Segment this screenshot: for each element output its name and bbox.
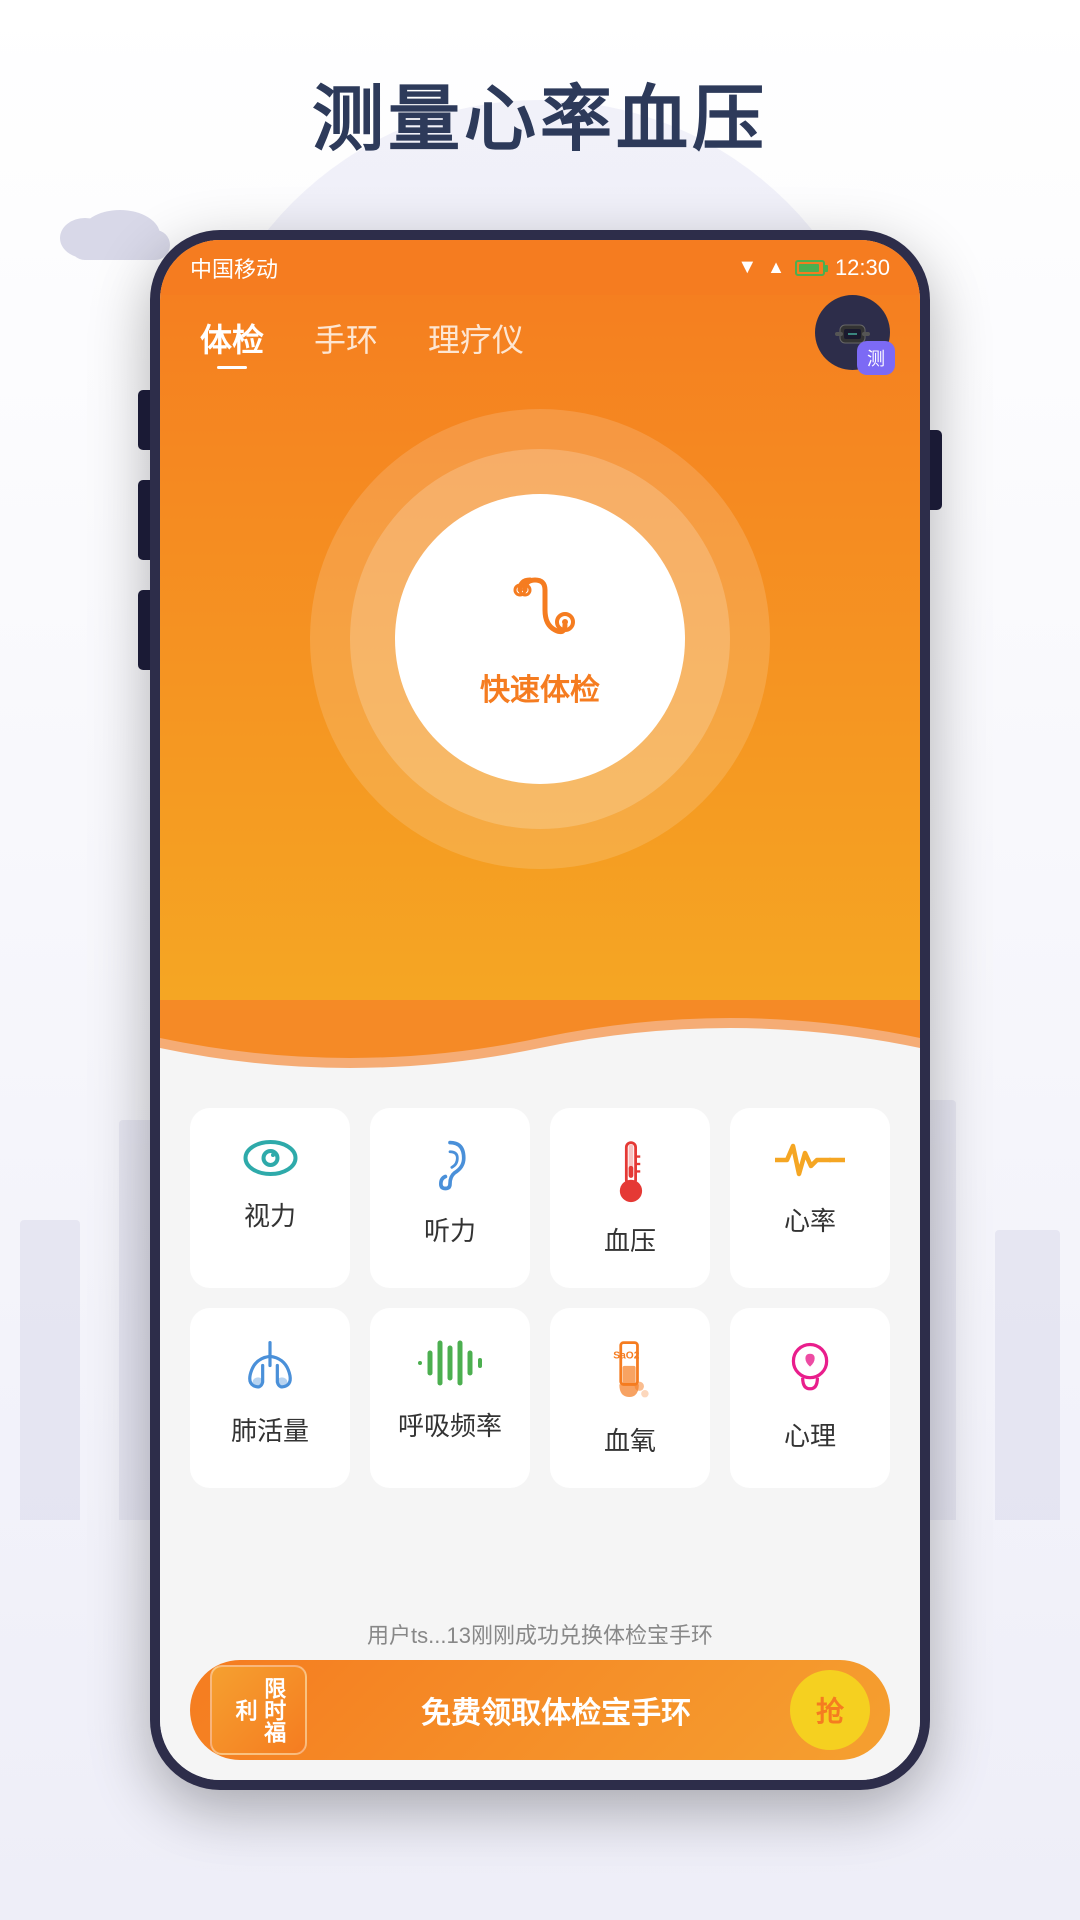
vision-card[interactable]: 视力: [190, 1108, 350, 1288]
bp-card[interactable]: 血压: [550, 1108, 710, 1288]
psychology-icon: [783, 1338, 838, 1398]
breath-label: 呼吸频率: [398, 1406, 502, 1443]
wave-svg: [160, 998, 920, 1078]
building: [20, 1220, 80, 1520]
carrier-label: 中国移动: [190, 252, 278, 284]
ear-icon: [430, 1138, 470, 1193]
cloud-body: [70, 230, 170, 260]
thermometer-icon: [613, 1138, 648, 1203]
banner-button[interactable]: 抢: [790, 1670, 870, 1750]
phone-content: 中国移动 ▼ ▲ 12:30 体检 手环 理疗仪: [160, 240, 920, 1780]
volume-down-button: [138, 480, 150, 560]
bottom-section: 视力 听力: [160, 1078, 920, 1780]
hearing-label: 听力: [424, 1211, 476, 1248]
main-orange-area: 中国移动 ▼ ▲ 12:30 体检 手环 理疗仪: [160, 240, 920, 1000]
volume-up-button: [138, 390, 150, 450]
hr-label: 心率: [784, 1201, 836, 1238]
lung-label: 肺活量: [231, 1411, 309, 1448]
health-grid-row2: 肺活量: [190, 1308, 890, 1488]
quick-exam-label: 快速体检: [480, 665, 600, 709]
psych-label: 心理: [784, 1416, 836, 1453]
wave-container: [160, 998, 920, 1078]
scroll-notice: 用户ts...13刚刚成功兑换体检宝手环: [160, 1608, 920, 1660]
banner-text: 免费领取体检宝手环: [322, 1688, 790, 1732]
device-icon-container[interactable]: 测: [815, 295, 890, 370]
building: [995, 1230, 1060, 1520]
phone-frame: 中国移动 ▼ ▲ 12:30 体检 手环 理疗仪: [150, 230, 930, 1790]
center-circle-middle: 快速体检: [350, 449, 730, 829]
oxygen-card[interactable]: SaO2 血氧: [550, 1308, 710, 1488]
banner-tag: 限时福利: [210, 1665, 307, 1755]
health-grid-row1: 视力 听力: [190, 1108, 890, 1288]
battery-fill: [799, 264, 819, 272]
breath-icon: [415, 1338, 485, 1388]
device-icon-wrapper: 测: [815, 295, 890, 370]
oxygen-label: 血氧: [604, 1421, 656, 1458]
health-grid: 视力 听力: [160, 1078, 920, 1608]
time-label: 12:30: [835, 255, 890, 281]
status-icons: ▼ ▲ 12:30: [737, 255, 890, 281]
silent-button: [138, 590, 150, 670]
quick-exam-button[interactable]: 快速体检: [395, 494, 685, 784]
page-title: 测量心率血压: [0, 60, 1080, 165]
center-circle-outer: 快速体检: [310, 409, 770, 869]
stethoscope-icon: [500, 570, 580, 650]
vision-label: 视力: [244, 1196, 296, 1233]
eye-icon: [243, 1138, 298, 1178]
nav-tabs: 体检 手环 理疗仪: [160, 295, 920, 379]
wifi-icon: ▼: [737, 256, 757, 279]
heartrate-icon: [775, 1138, 845, 1183]
battery-icon: [795, 260, 825, 276]
hr-card[interactable]: 心率: [730, 1108, 890, 1288]
oxygen-icon: SaO2: [608, 1338, 653, 1403]
device-badge: 测: [857, 341, 895, 375]
breath-card[interactable]: 呼吸频率: [370, 1308, 530, 1488]
tab-exam[interactable]: 体检: [200, 315, 264, 369]
svg-text:SaO2: SaO2: [613, 1350, 639, 1361]
lung-icon: [240, 1338, 300, 1393]
tab-therapy[interactable]: 理疗仪: [428, 315, 524, 369]
hearing-card[interactable]: 听力: [370, 1108, 530, 1288]
power-button: [930, 430, 942, 510]
bp-label: 血压: [604, 1221, 656, 1258]
bottom-banner[interactable]: 限时福利 免费领取体检宝手环 抢: [190, 1660, 890, 1760]
psych-card[interactable]: 心理: [730, 1308, 890, 1488]
status-bar: 中国移动 ▼ ▲ 12:30: [160, 240, 920, 295]
lung-card[interactable]: 肺活量: [190, 1308, 350, 1488]
phone-screen: 中国移动 ▼ ▲ 12:30 体检 手环 理疗仪: [160, 240, 920, 1780]
tab-bracelet[interactable]: 手环: [314, 315, 378, 369]
scroll-notice-text: 用户ts...13刚刚成功兑换体检宝手环: [367, 1623, 713, 1648]
signal-icon: ▲: [767, 257, 785, 278]
